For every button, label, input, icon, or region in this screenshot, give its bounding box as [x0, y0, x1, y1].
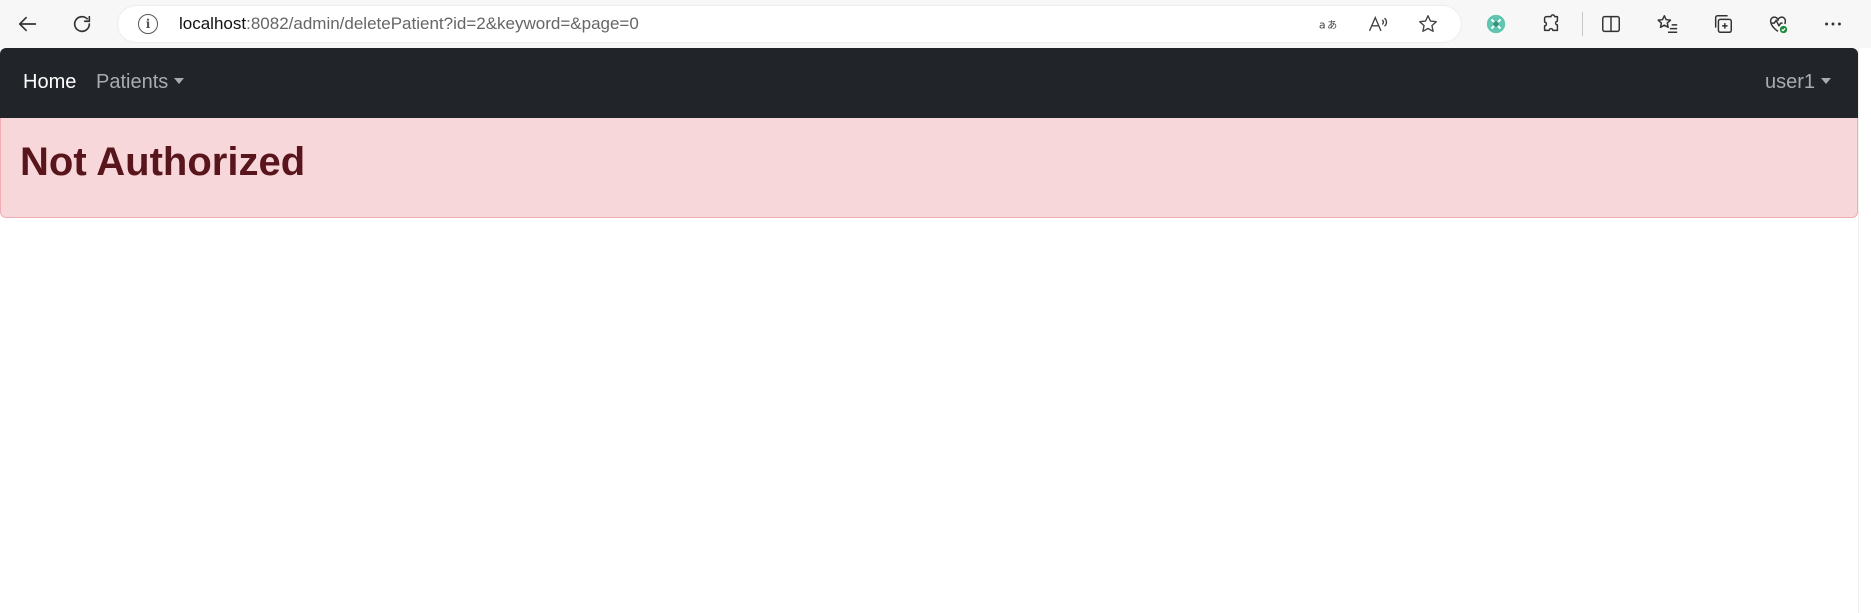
url-host: localhost: [179, 14, 247, 33]
extensions-puzzle-icon[interactable]: [1533, 6, 1569, 42]
nav-patients-label: Patients: [96, 71, 169, 93]
svg-text:a: a: [1319, 19, 1326, 32]
nav-patients-dropdown[interactable]: Patients: [96, 71, 185, 94]
nav-user-dropdown[interactable]: user1: [1765, 71, 1831, 94]
nav-user-label: user1: [1764, 71, 1815, 93]
reload-icon[interactable]: [62, 4, 102, 44]
nav-home-link[interactable]: Home: [23, 71, 76, 94]
caret-down-icon: [174, 78, 185, 84]
collections-icon[interactable]: [1705, 6, 1741, 42]
navbar: Home Patients user1: [0, 48, 1858, 118]
svg-text:あ: あ: [1327, 20, 1337, 32]
site-info-icon[interactable]: i: [138, 14, 158, 34]
read-aloud-icon[interactable]: [1364, 10, 1392, 38]
toolbar-separator: [1582, 12, 1583, 36]
url-text[interactable]: localhost:8082/admin/deletePatient?id=2&…: [179, 14, 639, 34]
not-authorized-alert: Not Authorized: [0, 118, 1858, 218]
favorite-star-icon[interactable]: [1414, 10, 1442, 38]
alert-heading: Not Authorized: [20, 140, 306, 184]
browser-toolbar: i localhost:8082/admin/deletePatient?id=…: [0, 0, 1871, 48]
translate-icon[interactable]: aあ: [1315, 10, 1343, 38]
more-menu-icon[interactable]: [1815, 6, 1851, 42]
scrollbar-track[interactable]: [1858, 48, 1871, 613]
caret-down-icon: [1821, 78, 1831, 84]
url-path: :8082/admin/deletePatient?id=2&keyword=&…: [246, 14, 639, 33]
extension-colorful-icon[interactable]: [1478, 6, 1514, 42]
browser-essentials-icon[interactable]: [1760, 6, 1796, 42]
favorites-list-icon[interactable]: [1650, 6, 1686, 42]
address-bar[interactable]: i localhost:8082/admin/deletePatient?id=…: [118, 6, 1461, 42]
back-icon[interactable]: [8, 4, 48, 44]
split-screen-icon[interactable]: [1593, 6, 1629, 42]
